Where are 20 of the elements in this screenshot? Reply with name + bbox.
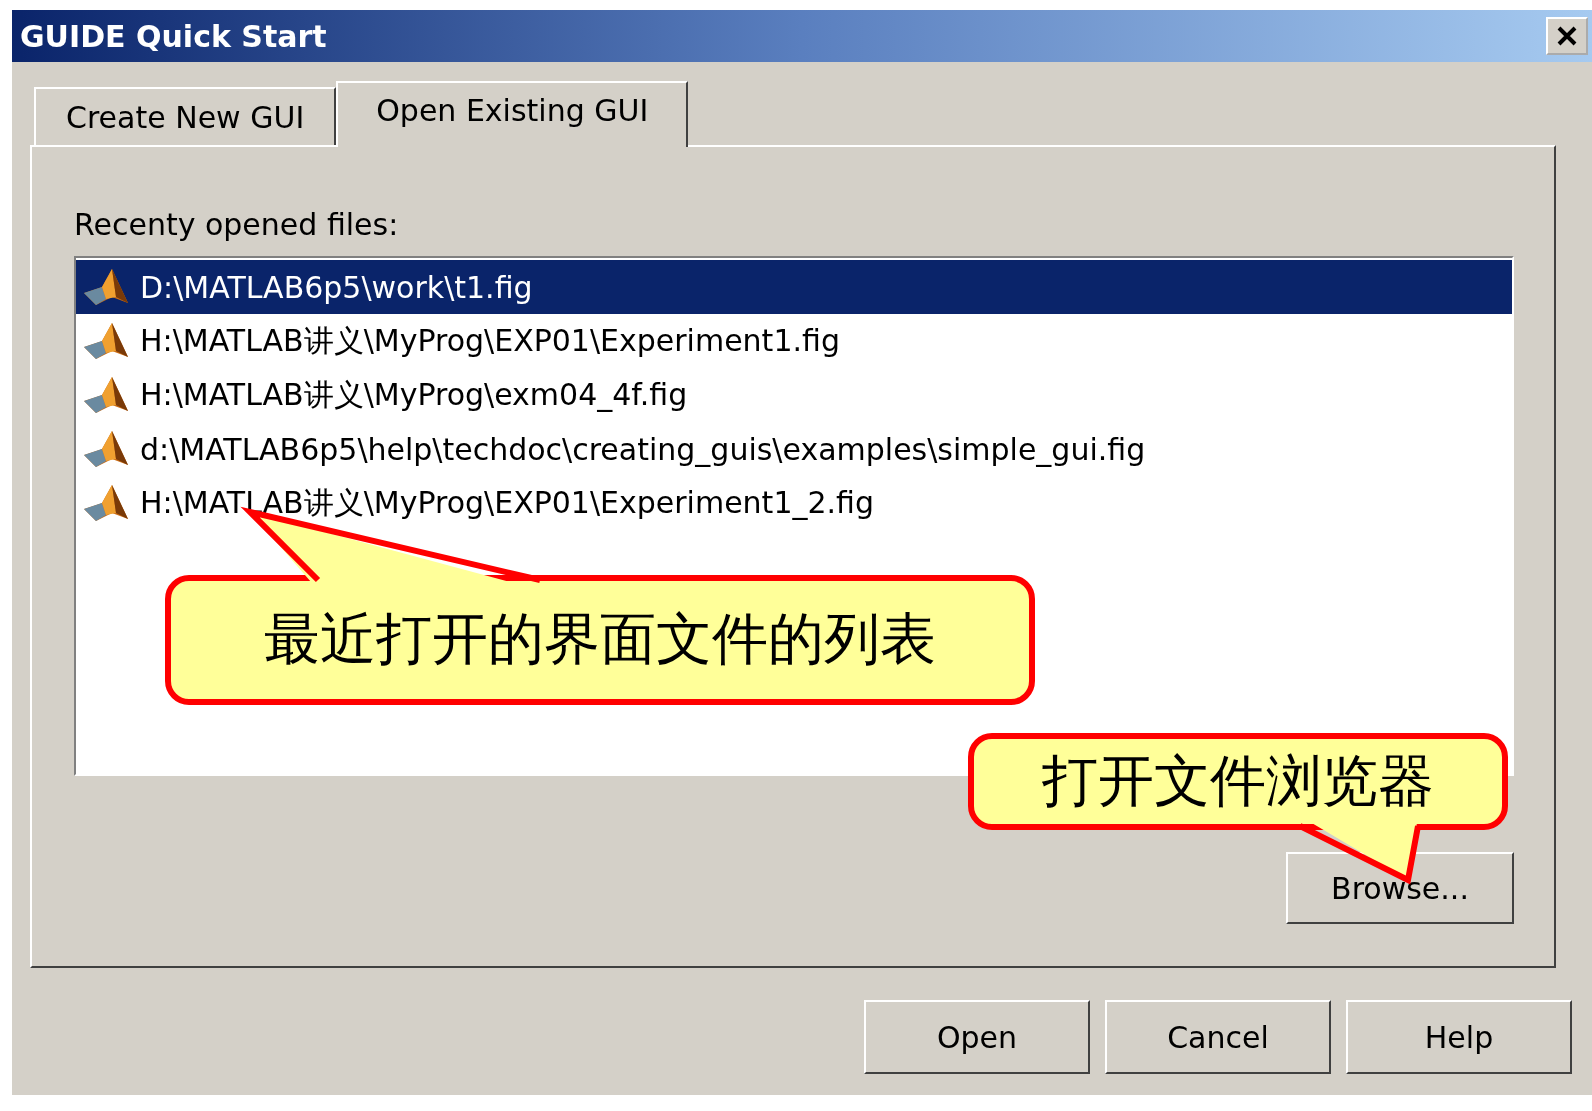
peak-surface-icon	[82, 375, 130, 415]
tab[interactable]: Open Existing GUI	[336, 81, 689, 147]
peak-surface-icon	[82, 483, 130, 523]
file-list-item[interactable]: d:\MATLAB6p5\help\techdoc\creating_guis\examples\simple_gui.fig	[76, 422, 1512, 476]
browse-button[interactable]: Browse...	[1286, 852, 1514, 924]
window-title: GUIDE Quick Start	[19, 18, 327, 54]
peak-surface-icon	[82, 321, 130, 361]
file-list-item[interactable]: H:\MATLAB讲义\MyProg\exm04_4f.fig	[76, 368, 1512, 422]
dialog-button[interactable]: Cancel	[1105, 1000, 1331, 1074]
list-label: Recenty opened files:	[74, 207, 400, 242]
dialog-button[interactable]: Help	[1346, 1000, 1572, 1074]
file-list-item[interactable]: H:\MATLAB讲义\MyProg\EXP01\Experiment1.fig	[76, 314, 1512, 368]
close-button[interactable]	[1546, 17, 1588, 55]
dialog-button[interactable]: Open	[864, 1000, 1090, 1074]
peak-surface-icon	[82, 267, 130, 307]
tab[interactable]: Create New GUI	[34, 87, 337, 145]
peak-surface-icon	[82, 429, 130, 469]
file-list-item[interactable]: D:\MATLAB6p5\work\t1.fig	[76, 260, 1512, 314]
close-icon	[1556, 25, 1578, 47]
file-list-item[interactable]: H:\MATLAB讲义\MyProg\EXP01\Experiment1_2.fig	[76, 476, 1512, 530]
